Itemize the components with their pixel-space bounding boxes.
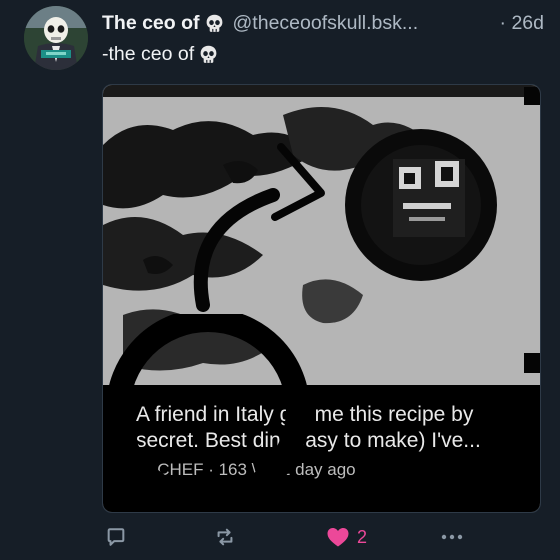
avatar[interactable]: [24, 6, 88, 70]
caption-line-2: secret. Best din (easy to make) I've...: [136, 429, 481, 452]
user-handle[interactable]: @theceoofskull.bsk...: [233, 12, 488, 35]
avatar-image: [24, 6, 88, 70]
post-header: The ceo of @theceoofskull.bsk... · 26d: [102, 9, 544, 37]
heart-icon: [327, 528, 349, 547]
more-icon: [441, 534, 463, 540]
skull-icon: [206, 14, 222, 32]
reply-button[interactable]: [105, 526, 127, 548]
skull-icon: [200, 45, 217, 63]
more-options-button[interactable]: [440, 530, 464, 544]
post-text-content: -the ceo of: [102, 42, 195, 65]
reply-icon: [107, 528, 125, 546]
post-text: -the ceo of: [102, 40, 219, 68]
repost-button[interactable]: [214, 526, 236, 548]
display-name[interactable]: The ceo of: [102, 12, 200, 35]
post-actions: 2: [102, 524, 539, 556]
like-button[interactable]: 2: [326, 526, 367, 548]
like-count: 2: [357, 526, 368, 547]
embed-caption: A friend in Italy ght me this recipe by …: [103, 385, 540, 512]
repost-icon: [217, 528, 233, 546]
post-timestamp[interactable]: · 26d: [500, 12, 544, 35]
embedded-media[interactable]: A friend in Italy ght me this recipe by …: [102, 84, 541, 513]
caption-meta: 'G CHEF · 163 \ ; · 1 day ago: [136, 460, 356, 479]
caption-line-1: A friend in Italy ght me this recipe by: [136, 403, 474, 426]
